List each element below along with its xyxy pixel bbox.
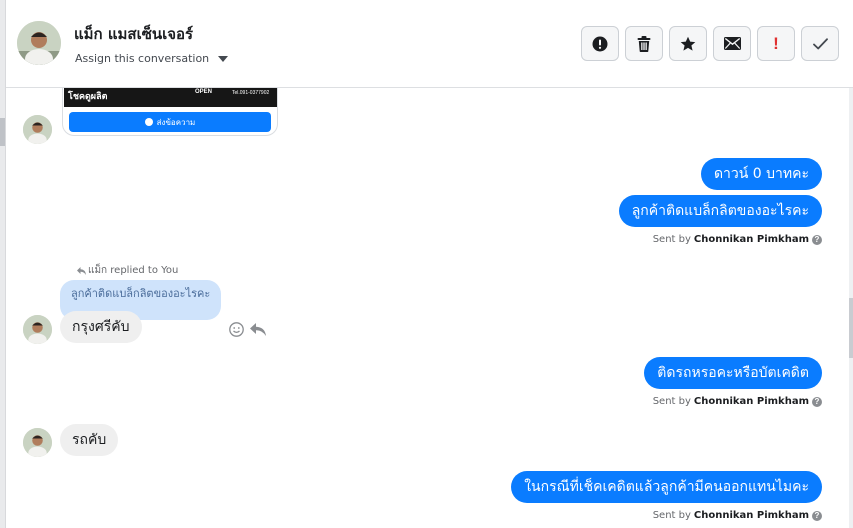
outgoing-message[interactable]: ติดรถหรอคะหรือบัตเคดิต <box>644 357 822 389</box>
star-button[interactable] <box>669 26 707 61</box>
incoming-message[interactable]: กรุงศรีคับ <box>60 311 142 343</box>
contact-avatar-small <box>23 115 52 144</box>
contact-avatar[interactable] <box>17 21 61 65</box>
right-scroll-thumb[interactable] <box>849 298 853 358</box>
trash-icon <box>637 35 651 52</box>
reply-hint-text: แม็ก replied to You <box>88 265 179 276</box>
envelope-icon <box>723 37 741 50</box>
contact-name: แม็ก แมสเซ็นเจอร์ <box>74 25 194 43</box>
card-banner-image: โชคดูผลิต OPEN Tel.091-0377902 <box>64 88 277 107</box>
messenger-icon <box>144 118 153 126</box>
sent-by-label: Sent by Chonnikan Pimkham ? <box>653 234 822 245</box>
follow-up-button[interactable]: ! <box>757 26 795 61</box>
mark-unread-button[interactable] <box>713 26 751 61</box>
send-message-button[interactable]: ส่งข้อความ <box>69 112 271 132</box>
help-icon[interactable]: ? <box>812 396 822 407</box>
outgoing-message[interactable]: ในกรณีที่เช็คเคดิตแล้วลูกค้ามีคนออกแทนไม… <box>511 471 822 503</box>
contact-avatar-small <box>23 315 52 344</box>
reply-hint: แม็ก replied to You <box>77 263 178 278</box>
help-icon[interactable]: ? <box>812 510 822 521</box>
sent-by-agent: Chonnikan Pimkham <box>693 234 809 245</box>
reply-arrow-icon <box>77 266 86 275</box>
mark-done-button[interactable] <box>801 26 839 61</box>
message-tools <box>229 322 266 337</box>
message-thread[interactable]: โชคดูผลิต OPEN Tel.091-0377902 ส่งข้อควา… <box>6 88 849 528</box>
send-message-label: ส่งข้อความ <box>156 117 196 127</box>
mark-spam-button[interactable] <box>581 26 619 61</box>
outgoing-message[interactable]: ดาวน์ 0 บาทคะ <box>700 158 822 190</box>
help-icon[interactable]: ? <box>812 234 822 245</box>
outgoing-message[interactable]: ลูกค้าติดแบล็กลิตของอะไรคะ <box>618 195 822 227</box>
alert-circle-icon <box>592 36 608 51</box>
sent-by-label: Sent by Chonnikan Pimkham ? <box>653 396 822 407</box>
checkmark-icon <box>812 37 828 49</box>
sent-by-prefix: Sent by <box>652 396 691 407</box>
conversation-header: แม็ก แมสเซ็นเจอร์ Assign this conversati… <box>6 0 853 88</box>
left-scroll-thumb[interactable] <box>0 118 5 146</box>
contact-avatar-small <box>23 428 52 457</box>
shared-page-card[interactable]: โชคดูผลิต OPEN Tel.091-0377902 ส่งข้อควา… <box>62 88 278 136</box>
card-brand: โชคดูผลิต <box>68 91 108 101</box>
card-tel: Tel.091-0377902 <box>232 90 270 96</box>
chevron-down-icon <box>218 55 229 62</box>
sent-by-agent: Chonnikan Pimkham <box>693 396 809 407</box>
emoji-reaction-icon[interactable] <box>229 322 244 337</box>
sent-by-agent: Chonnikan Pimkham <box>693 510 809 521</box>
right-scroll-rail[interactable] <box>849 88 853 528</box>
reply-icon[interactable] <box>250 323 266 336</box>
sent-by-label: Sent by Chonnikan Pimkham ? <box>653 510 822 521</box>
star-icon <box>680 36 696 51</box>
conversation-actions: ! <box>581 26 839 61</box>
assign-conversation-dropdown[interactable]: Assign this conversation <box>75 52 229 65</box>
delete-button[interactable] <box>625 26 663 61</box>
incoming-message[interactable]: รถคับ <box>60 424 119 456</box>
card-open-label: OPEN <box>195 89 213 95</box>
sent-by-prefix: Sent by <box>652 510 691 521</box>
assign-label: Assign this conversation <box>75 52 210 65</box>
sent-by-prefix: Sent by <box>652 234 691 245</box>
exclamation-icon: ! <box>773 34 779 53</box>
